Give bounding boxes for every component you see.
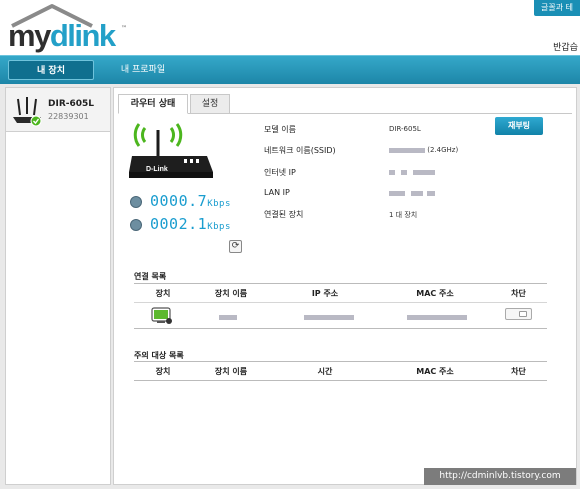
upload-globe-icon (130, 219, 142, 231)
top-right-link[interactable]: 글꼴과 테 (534, 0, 580, 16)
connected-devices-label: 연결된 장치 (264, 210, 304, 219)
conn-ip-redacted (304, 313, 354, 323)
pc-device-icon (151, 307, 172, 324)
conn-header-device-name: 장치 이름 (214, 289, 248, 298)
device-list-panel: DIR-605L 22839301 (5, 87, 111, 485)
logo-my-text: my (8, 18, 51, 53)
conn-header-mac: MAC 주소 (416, 289, 454, 298)
conn-header-device: 장치 (155, 289, 171, 298)
ssid-label: 네트워크 이름(SSID) (264, 146, 336, 155)
watch-header-time: 시간 (317, 367, 333, 376)
device-list-item[interactable]: DIR-605L 22839301 (6, 88, 110, 132)
trademark-mark: ™ (121, 25, 127, 32)
connection-list-top-rule (134, 283, 547, 284)
watch-list-title: 주의 대상 목록 (134, 351, 184, 360)
watch-list-bottom-rule (134, 380, 547, 381)
nav-tab-my-profile[interactable]: 내 프로파일 (100, 60, 186, 80)
model-name-value: DIR-605L (389, 125, 421, 133)
upload-speed-unit: Kbps (207, 222, 231, 232)
internet-ip-label: 인터넷 IP (264, 168, 296, 177)
upload-speed-value: 0002.1 (150, 215, 208, 233)
router-thumbnail-icon (13, 97, 42, 127)
conn-mac-redacted (407, 313, 467, 323)
connection-list-bottom-rule (134, 328, 547, 329)
ssid-band: (2.4GHz) (427, 146, 459, 154)
conn-header-ip: IP 주소 (311, 289, 339, 298)
refresh-icon[interactable]: ⟳ (229, 240, 242, 253)
watch-header-block: 차단 (511, 367, 526, 376)
upload-speed: 0002.1Kbps (150, 215, 231, 233)
reboot-button[interactable]: 재부팅 (495, 117, 543, 135)
connection-list-title: 연결 목록 (134, 272, 167, 281)
watch-header-device: 장치 (155, 367, 171, 376)
conn-device-name-redacted (219, 313, 237, 323)
nav-tab-my-devices[interactable]: 내 장치 (8, 60, 94, 80)
download-speed-value: 0000.7 (150, 192, 208, 210)
router-wifi-icon (129, 123, 213, 178)
main-navbar: 내 장치 내 프로파일 (0, 55, 580, 84)
device-id: 22839301 (48, 112, 89, 121)
ssid-redacted (389, 147, 425, 153)
download-speed: 0000.7Kbps (150, 192, 231, 210)
model-name-label: 모델 이름 (264, 125, 296, 134)
conn-header-block: 차단 (511, 289, 526, 298)
lan-ip-label: LAN IP (264, 188, 290, 197)
download-globe-icon (130, 196, 142, 208)
ssid-value: (2.4GHz) (389, 146, 458, 154)
tab-settings[interactable]: 설정 (190, 94, 230, 114)
download-speed-unit: Kbps (207, 199, 231, 209)
logo-dlink-text: dlink (49, 18, 116, 53)
mydlink-logo: mydlink ™ (8, 2, 128, 54)
router-brand-label: D-Link (146, 166, 168, 173)
watch-header-device-name: 장치 이름 (214, 367, 248, 376)
main-frame: DIR-605L 22839301 라우터 상태 설정 D-Link 0000.… (0, 84, 580, 489)
connection-list-header-rule (134, 302, 547, 303)
device-name: DIR-605L (48, 99, 95, 109)
block-toggle[interactable] (505, 308, 532, 320)
tab-router-status[interactable]: 라우터 상태 (118, 94, 188, 114)
greeting-text: 반갑습 (553, 43, 578, 53)
internet-ip-value (389, 168, 436, 176)
watch-list-top-rule (134, 361, 547, 362)
lan-ip-value (389, 189, 436, 197)
content-panel: 라우터 상태 설정 D-Link 0000.7Kbps 0002.1Kbps ⟳ (113, 87, 577, 485)
watermark: http://cdminlvb.tistory.com (424, 468, 576, 485)
connected-devices-value: 1 대 장치 (389, 211, 418, 219)
watch-header-mac: MAC 주소 (416, 367, 454, 376)
